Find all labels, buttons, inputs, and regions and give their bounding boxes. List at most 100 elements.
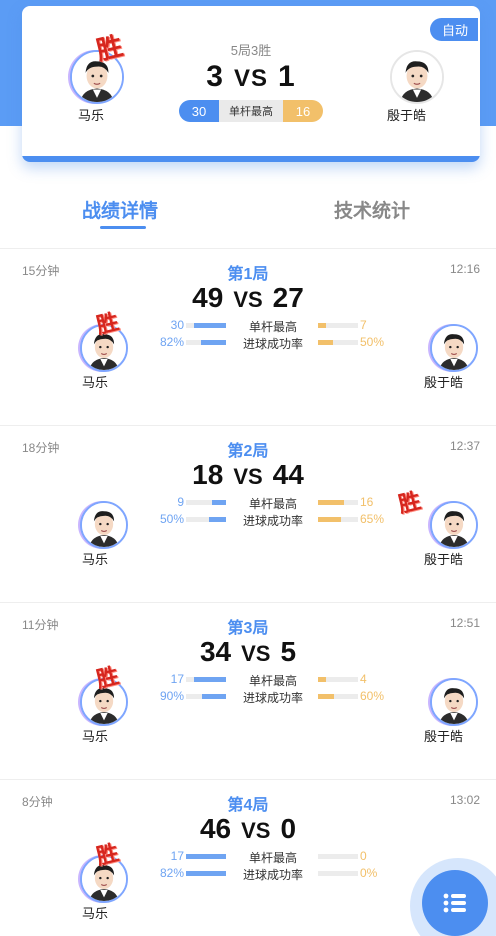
stat-left-bar-fill: [202, 694, 226, 699]
round-right-score: 44: [272, 459, 304, 490]
stat-row: 30 单杆最高 7: [0, 318, 496, 334]
stat-left-value: 50%: [159, 512, 184, 526]
player-face-icon: [432, 503, 476, 547]
vs-label: VS: [241, 641, 271, 666]
left-player-name: 马乐: [82, 729, 109, 744]
stat-label: 单杆最高: [248, 851, 297, 865]
menu-fab-button[interactable]: [422, 870, 488, 936]
stat-label: 进球成功率: [242, 868, 303, 882]
match-detail-page: 自动 5局3胜 3 VS 1 30 单杆最高 16 马乐 胜 殷于皓 战绩详情 技术…: [0, 0, 496, 936]
stat-left-bar: [186, 871, 226, 876]
round-title: 第3局: [227, 620, 269, 637]
round-right-score: 27: [272, 282, 304, 313]
stat-left-bar: [186, 694, 226, 699]
stat-label: 单杆最高: [248, 497, 297, 511]
vs-label: VS: [233, 464, 263, 489]
left-player-name: 马乐: [82, 375, 109, 390]
player-face-icon: [432, 680, 476, 724]
left-player-avatar[interactable]: [80, 501, 128, 549]
stat-right-bar-fill: [318, 500, 344, 505]
stat-right-value: 4: [360, 672, 367, 686]
divider: [0, 248, 496, 249]
stat-right-value: 16: [360, 495, 374, 509]
stat-right-value: 7: [360, 318, 367, 332]
vs-label: VS: [233, 287, 263, 312]
stat-right-bar: [318, 323, 358, 328]
detail-tabs: 战绩详情 技术统计: [0, 196, 496, 236]
stat-right-bar: [318, 500, 358, 505]
stat-label: 进球成功率: [242, 337, 303, 351]
stat-right-bar-fill: [318, 517, 341, 522]
stat-right-value: 65%: [360, 512, 385, 526]
stat-right-bar: [318, 854, 358, 859]
stat-row: 50% 进球成功率 65%: [0, 512, 496, 528]
stat-right-value: 0: [360, 849, 367, 863]
stat-left-bar: [186, 500, 226, 505]
stat-left-bar: [186, 340, 226, 345]
round-card[interactable]: 15分钟 第1局 12:16 49 VS 27 30 单杆最高 7 82% 进球成功率 5…: [0, 250, 496, 426]
stat-row: 90% 进球成功率 60%: [0, 689, 496, 705]
player-face-icon: [432, 326, 476, 370]
round-score: 46 VS 0: [0, 813, 496, 845]
right-highest-break: 16: [283, 100, 323, 122]
stat-row: 17 单杆最高 0: [0, 849, 496, 865]
divider: [0, 425, 496, 426]
right-player-avatar[interactable]: [430, 324, 478, 372]
divider: [0, 602, 496, 603]
round-score: 49 VS 27: [0, 282, 496, 314]
stat-left-bar: [186, 517, 226, 522]
stat-left-value: 82%: [159, 335, 184, 349]
match-summary-card: 自动 5局3胜 3 VS 1 30 单杆最高 16 马乐 胜 殷于皓: [22, 6, 480, 162]
round-score: 18 VS 44: [0, 459, 496, 491]
right-player-name: 殷于皓: [424, 375, 464, 390]
round-time: 12:51: [449, 616, 480, 630]
stat-row: 17 单杆最高 4: [0, 672, 496, 688]
stat-label: 进球成功率: [242, 514, 303, 528]
right-player-avatar[interactable]: [430, 678, 478, 726]
stat-right-bar-fill: [318, 323, 326, 328]
stat-row: 82% 进球成功率 50%: [0, 335, 496, 351]
stat-right-bar: [318, 517, 358, 522]
stat-left-bar-fill: [201, 340, 226, 345]
stat-left-bar-fill: [186, 854, 226, 859]
round-left-score: 46: [199, 813, 232, 844]
right-player-avatar[interactable]: [390, 50, 444, 104]
round-left-score: 34: [199, 636, 232, 667]
player-face-icon: [392, 52, 442, 102]
stat-right-bar-fill: [318, 340, 333, 345]
right-player-avatar[interactable]: [430, 501, 478, 549]
stat-left-bar: [186, 677, 226, 682]
tab-technical-stats[interactable]: 技术统计: [334, 196, 410, 223]
round-time: 13:02: [449, 793, 480, 807]
stat-left-value: 17: [170, 672, 184, 686]
round-card[interactable]: 18分钟 第2局 12:37 18 VS 44 9 单杆最高 16 50% 进球成功率 6…: [0, 427, 496, 603]
round-title: 第1局: [227, 266, 269, 283]
stat-left-bar-fill: [194, 323, 226, 328]
auto-mode-badge[interactable]: 自动: [429, 18, 478, 41]
divider: [0, 779, 496, 780]
round-card[interactable]: 11分钟 第3局 12:51 34 VS 5 17 单杆最高 4 90% 进球成功率 60…: [0, 604, 496, 780]
list-menu-icon: [443, 893, 466, 913]
stat-left-bar: [186, 323, 226, 328]
round-score: 34 VS 5: [0, 636, 496, 668]
right-player-name: 殷于皓: [387, 108, 427, 123]
left-highest-break: 30: [179, 100, 219, 122]
round-left-score: 49: [192, 282, 224, 313]
stat-left-value: 30: [170, 318, 184, 332]
stat-label: 单杆最高: [248, 674, 297, 688]
card-accent-bar: [22, 156, 480, 162]
stat-right-bar-fill: [318, 694, 334, 699]
right-total-score: 1: [278, 60, 296, 93]
stat-left-bar: [186, 854, 226, 859]
left-player-name: 马乐: [78, 108, 105, 123]
active-tab-indicator: [100, 226, 146, 229]
stat-right-bar: [318, 677, 358, 682]
stat-left-value: 82%: [159, 866, 184, 880]
stat-left-value: 90%: [159, 689, 184, 703]
compare-label: 单杆最高: [219, 100, 283, 122]
left-player-name: 马乐: [82, 906, 109, 921]
tab-match-details[interactable]: 战绩详情: [82, 196, 158, 223]
vs-label: VS: [233, 65, 268, 92]
left-player-name: 马乐: [82, 552, 109, 567]
stat-left-bar-fill: [209, 517, 226, 522]
